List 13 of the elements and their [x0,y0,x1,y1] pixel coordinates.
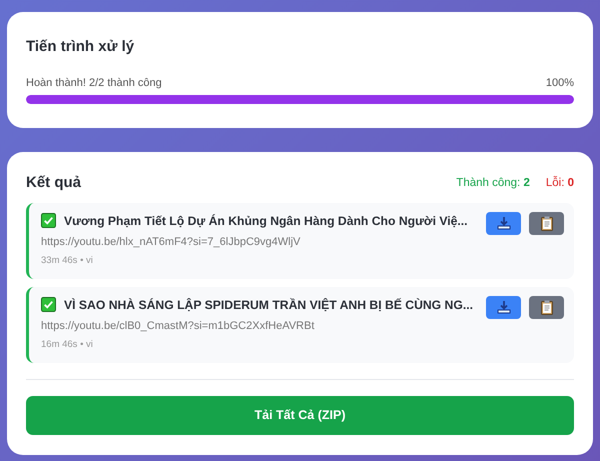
progress-status: Hoàn thành! 2/2 thành công [26,76,162,90]
section-title: Tiến trình xử lý [26,37,136,57]
section-title: Kết quả [26,173,82,193]
success-count: Thành công: 2 [456,176,530,191]
download-all-button[interactable]: Tải Tất Cả (ZIP) [26,396,574,435]
video-url: https://youtu.be/hlx_nAT6mF4?si=7_6lJbpC9vg4WljV [41,234,302,250]
error-count: Lỗi: 0 [546,175,574,191]
video-meta: 33m 46s • vi [41,254,94,268]
video-meta: 16m 46s • vi [41,338,94,352]
video-title: Vương Phạm Tiết Lộ Dự Án Khủng Ngân Hàng Dành Cho Người Việ... [64,212,468,230]
progress-percent: 100% [546,76,574,90]
video-url: https://youtu.be/clB0_CmastM?si=m1bGC2XxfHeAVRBt [41,318,316,334]
video-title: VÌ SAO NHÀ SÁNG LẬP SPIDERUM TRẦN VIỆT ANH BỊ BẾ CÙNG NG... [64,296,473,314]
